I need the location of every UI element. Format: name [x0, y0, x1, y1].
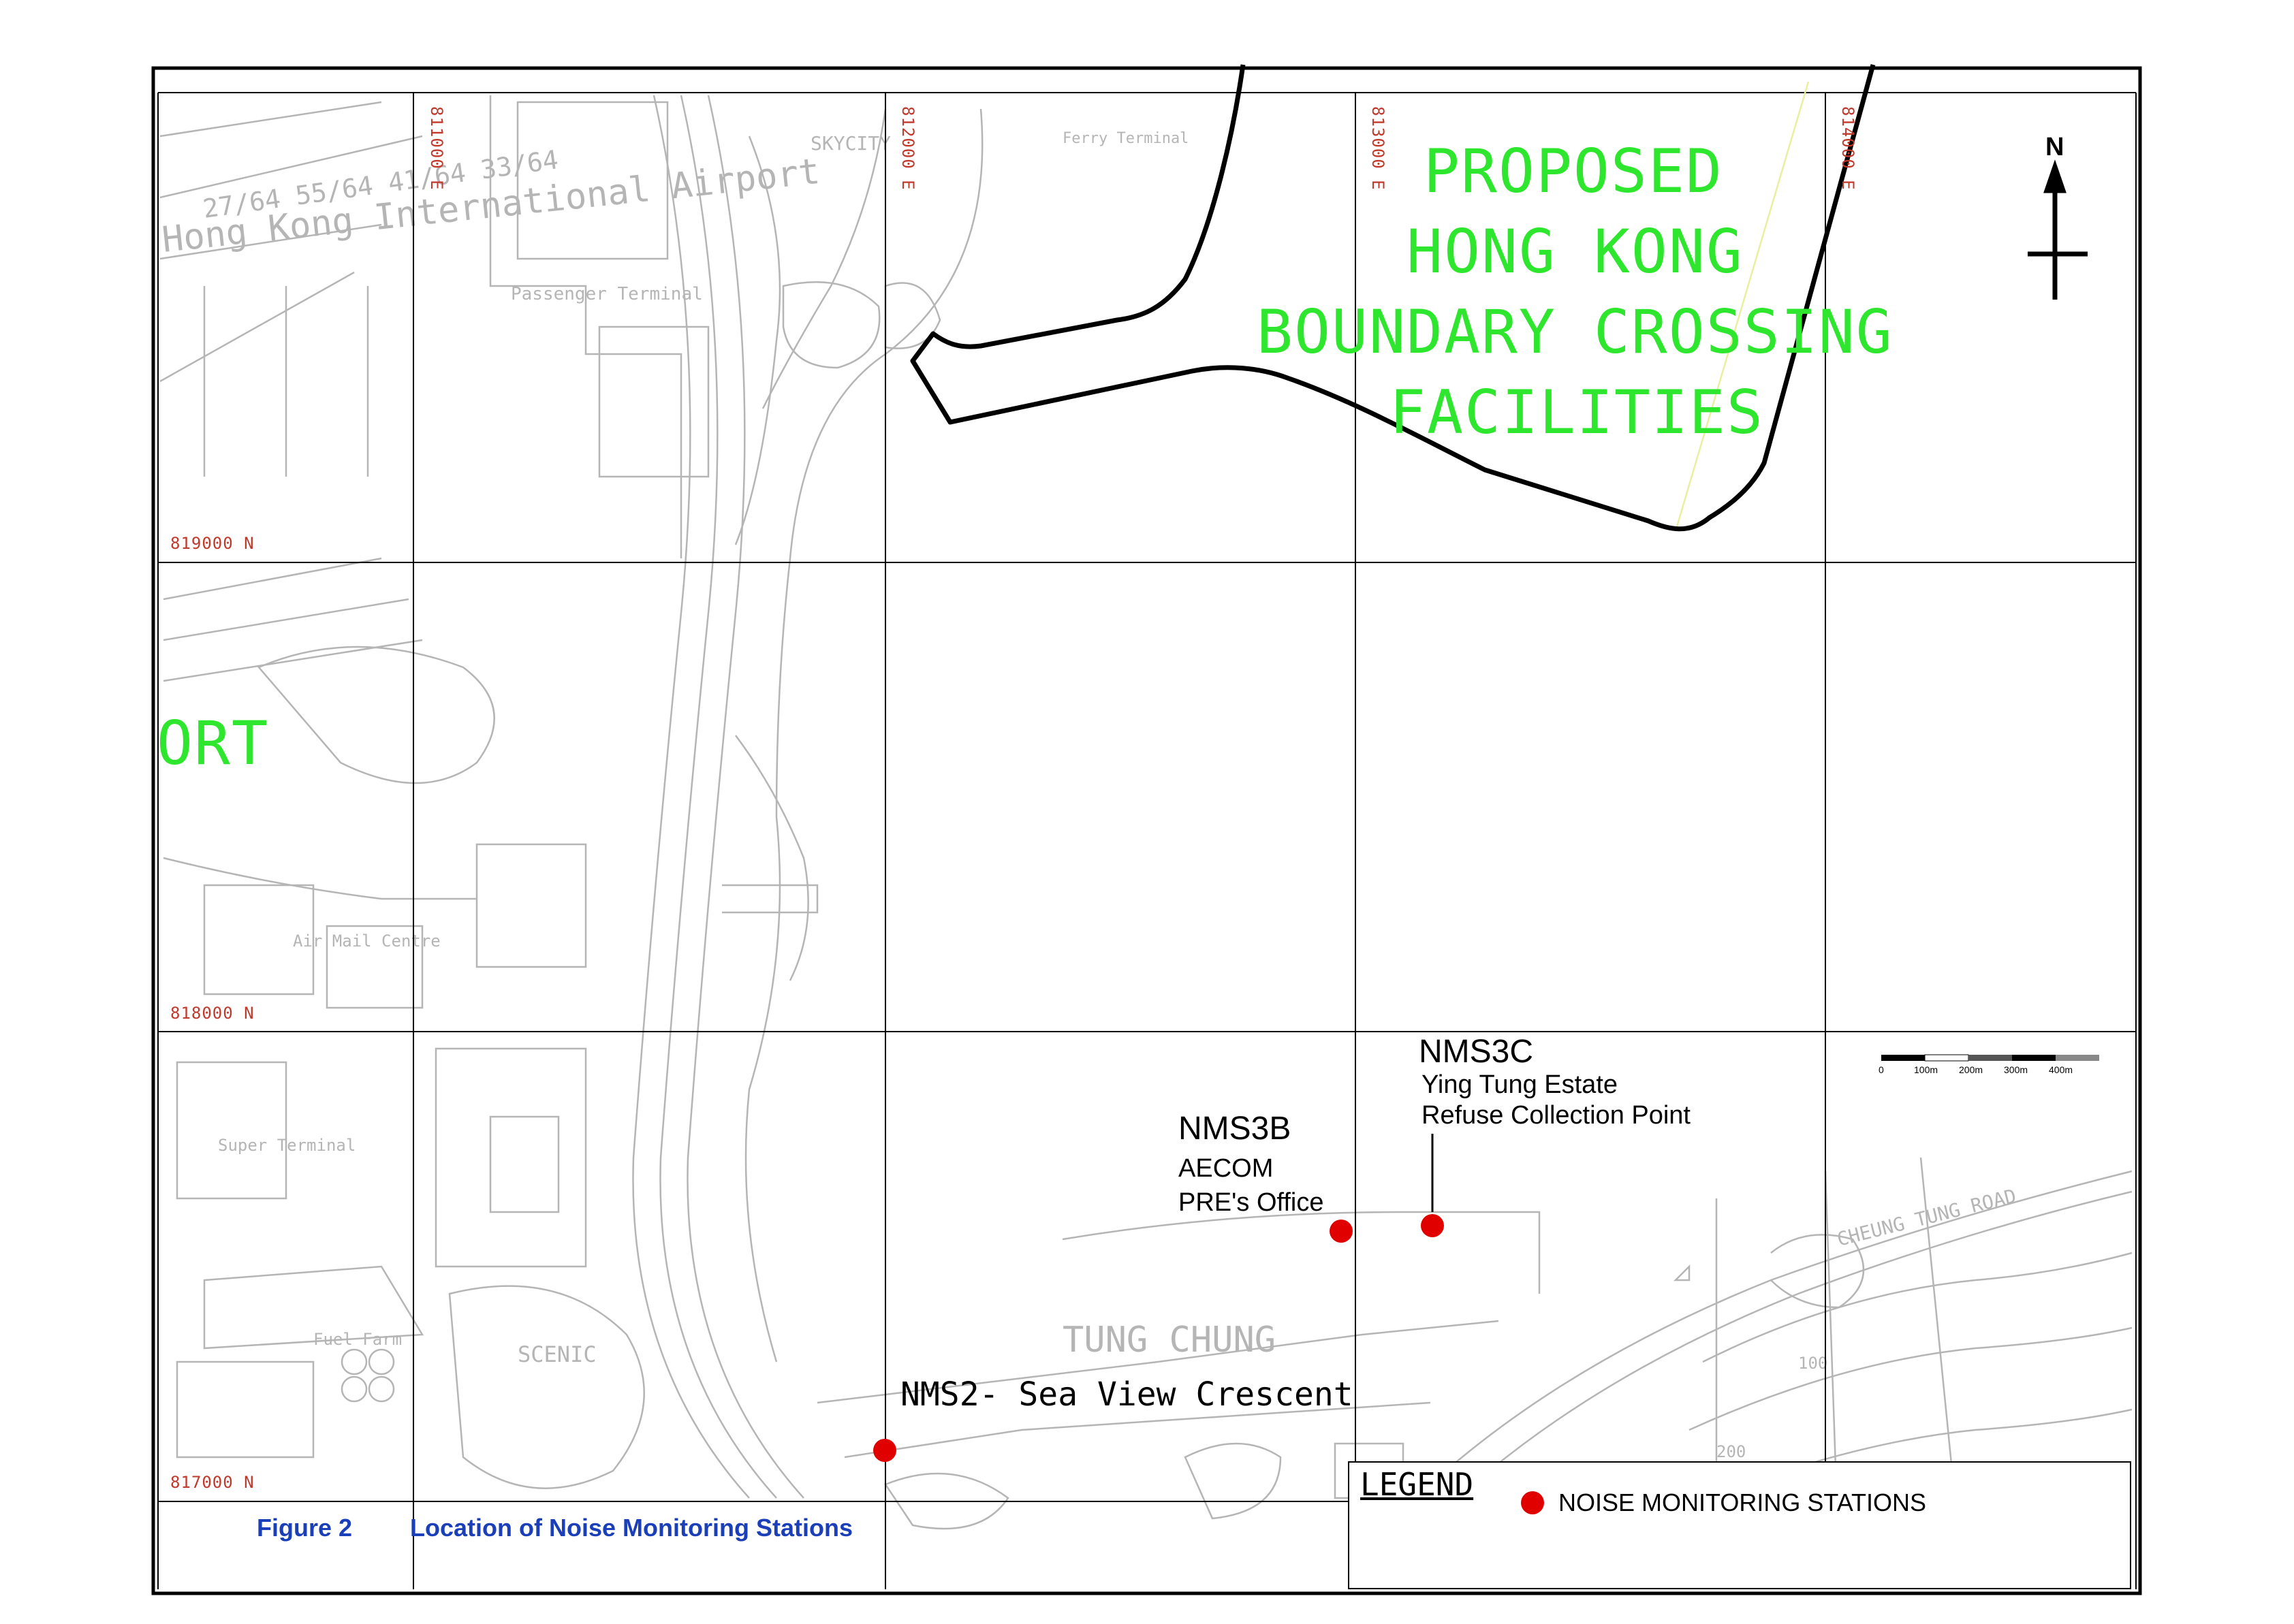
- grid-label-easting-811000: 811000 E: [427, 106, 446, 191]
- basemap-place-label: SKYCITY: [811, 132, 891, 155]
- scale-label-300m: 300m: [2004, 1064, 2028, 1075]
- basemap-place-label: Fuel Farm: [313, 1330, 402, 1349]
- station-nms3b-desc-1: AECOM: [1178, 1154, 1274, 1183]
- basemap-place-label: TUNG CHUNG: [1063, 1320, 1276, 1360]
- scale-label-100m: 100m: [1914, 1064, 1938, 1075]
- legend-title: LEGEND: [1360, 1466, 1474, 1503]
- basemap-place-label: 100: [1798, 1354, 1827, 1373]
- red-dot-icon: [1521, 1491, 1544, 1514]
- area-title-line-4: FACILITIES: [1389, 377, 1764, 447]
- basemap-place-label: CHEUNG TUNG ROAD: [1835, 1185, 2019, 1251]
- grid-label-easting-812000: 812000 E: [898, 106, 917, 191]
- scale-label-0: 0: [1879, 1064, 1884, 1075]
- map-figure: TUNG CHUNG SCENIC Passenger Terminal SKYCIT…: [0, 0, 2294, 1621]
- station-nms3b-code: NMS3B: [1178, 1111, 1291, 1147]
- north-label: N: [2045, 133, 2064, 161]
- basemap-place-label: Ferry Terminal: [1063, 130, 1189, 147]
- basemap-place-label: 200: [1716, 1442, 1746, 1461]
- grid-label-northing-818000: 818000 N: [170, 1004, 255, 1023]
- station-nms3c-code: NMS3C: [1419, 1034, 1534, 1070]
- area-title-line-1: PROPOSED: [1424, 136, 1723, 206]
- scale-label-400m: 400m: [2049, 1064, 2073, 1075]
- scale-label-200m: 200m: [1959, 1064, 1983, 1075]
- scale-bar: [1881, 1054, 2099, 1062]
- north-arrow-icon: [2028, 159, 2088, 300]
- station-marker-nms2: [873, 1439, 896, 1462]
- station-nms3c-desc-1: Ying Tung Estate: [1421, 1070, 1618, 1099]
- basemap-place-label: Air Mail Centre: [293, 932, 441, 951]
- grid-label-northing-817000: 817000 N: [170, 1473, 255, 1492]
- basemap-place-label: Passenger Terminal: [511, 284, 703, 304]
- airport-label-fragment: ORT: [157, 708, 269, 778]
- figure-number: Figure 2: [257, 1514, 353, 1542]
- station-nms3c-desc-2: Refuse Collection Point: [1421, 1101, 1691, 1130]
- grid-label-northing-819000: 819000 N: [170, 534, 255, 553]
- area-title-line-2: HONG KONG: [1407, 217, 1744, 287]
- basemap-place-label: Super Terminal: [218, 1136, 356, 1155]
- figure-title: Location of Noise Monitoring Stations: [410, 1514, 853, 1542]
- legend-item-label: NOISE MONITORING STATIONS: [1558, 1488, 1927, 1516]
- station-marker-nms3c: [1421, 1214, 1444, 1237]
- basemap-place-label: SCENIC: [518, 1341, 597, 1367]
- station-nms2-label: NMS2- Sea View Crescent: [900, 1375, 1353, 1414]
- grid-label-easting-813000: 813000 E: [1368, 106, 1387, 191]
- station-marker-nms3b: [1330, 1220, 1353, 1243]
- station-nms3b-desc-2: PRE's Office: [1178, 1188, 1324, 1217]
- area-title-line-3: BOUNDARY CROSSING: [1257, 297, 1894, 367]
- grid-label-easting-814000: 814000 E: [1838, 106, 1857, 191]
